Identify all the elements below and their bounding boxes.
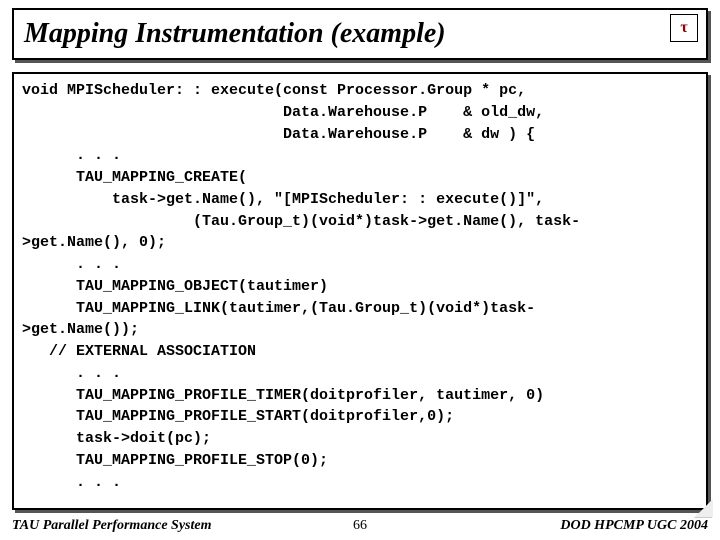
code-listing: void MPIScheduler: : execute(const Proce… bbox=[12, 72, 708, 510]
slide-title: Mapping Instrumentation (example) bbox=[24, 18, 446, 50]
slide: Mapping Instrumentation (example) τ void… bbox=[0, 0, 720, 540]
tau-logo-icon: τ bbox=[670, 14, 698, 42]
footer: TAU Parallel Performance System 66 DOD H… bbox=[12, 516, 708, 536]
title-bar: Mapping Instrumentation (example) bbox=[12, 8, 708, 60]
footer-left: TAU Parallel Performance System bbox=[12, 518, 211, 534]
footer-right: DOD HPCMP UGC 2004 bbox=[560, 518, 708, 534]
